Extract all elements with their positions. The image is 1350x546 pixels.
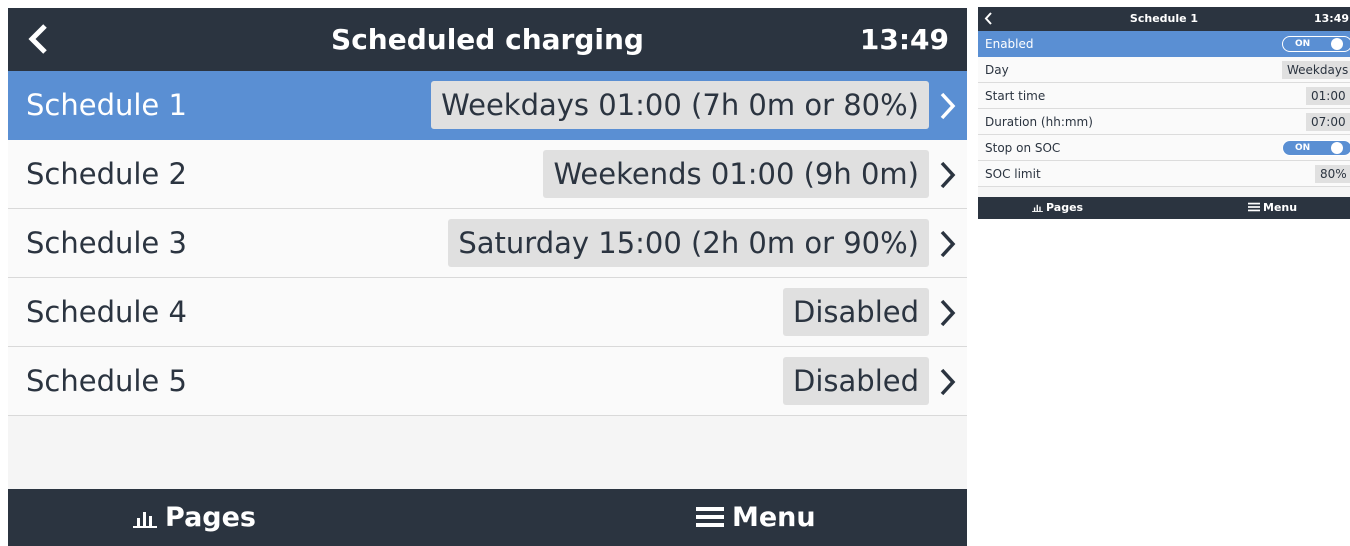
schedule-summary: Disabled <box>783 288 929 336</box>
hamburger-menu-icon <box>1248 202 1260 212</box>
toggle-knob <box>1331 142 1343 154</box>
toggle-knob <box>1331 38 1343 50</box>
setting-value: Weekdays <box>1282 61 1350 79</box>
footer-bar: Pages Menu <box>8 489 967 546</box>
schedule-row-3[interactable]: Schedule 3 Saturday 15:00 (2h 0m or 90%) <box>8 209 967 278</box>
setting-label: SOC limit <box>985 167 1041 181</box>
setting-row-start-time[interactable]: Start time 01:00 <box>978 83 1350 109</box>
setting-row-soc-limit[interactable]: SOC limit 80% <box>978 161 1350 187</box>
toggle-state: ON <box>1295 143 1311 153</box>
schedule-detail-screen: Schedule 1 13:49 Enabled ON Day Weekdays… <box>978 7 1350 219</box>
chevron-right-icon <box>940 368 956 396</box>
bar-chart-icon <box>133 512 157 528</box>
stop-on-soc-toggle[interactable]: ON <box>1282 140 1350 156</box>
setting-value: 07:00 <box>1306 113 1350 131</box>
schedule-row-5[interactable]: Schedule 5 Disabled <box>8 347 967 416</box>
menu-button[interactable]: Menu <box>696 489 816 546</box>
pages-button[interactable]: Pages <box>133 489 256 546</box>
chevron-right-icon <box>940 230 956 258</box>
schedule-row-4[interactable]: Schedule 4 Disabled <box>8 278 967 347</box>
setting-row-duration[interactable]: Duration (hh:mm) 07:00 <box>978 109 1350 135</box>
header-bar: Scheduled charging 13:49 <box>8 8 967 71</box>
menu-label: Menu <box>1263 201 1298 214</box>
setting-value: 80% <box>1315 165 1350 183</box>
schedule-row-2[interactable]: Schedule 2 Weekends 01:00 (9h 0m) <box>8 140 967 209</box>
enabled-toggle[interactable]: ON <box>1282 36 1350 52</box>
setting-label: Day <box>985 63 1009 77</box>
setting-label: Start time <box>985 89 1046 103</box>
chevron-right-icon <box>940 299 956 327</box>
bar-chart-icon <box>1032 204 1043 212</box>
schedule-summary: Weekdays 01:00 (7h 0m or 80%) <box>431 81 929 129</box>
toggle-state: ON <box>1295 39 1311 49</box>
schedule-name: Schedule 5 <box>26 364 187 398</box>
menu-label: Menu <box>732 502 816 533</box>
clock: 13:49 <box>859 23 949 56</box>
setting-value: 01:00 <box>1306 87 1350 105</box>
pages-label: Pages <box>1046 201 1084 214</box>
scheduled-charging-screen: Scheduled charging 13:49 Schedule 1 Week… <box>8 8 967 546</box>
setting-label: Duration (hh:mm) <box>985 115 1093 129</box>
setting-label: Stop on SOC <box>985 141 1061 155</box>
schedule-summary: Saturday 15:00 (2h 0m or 90%) <box>448 219 929 267</box>
schedule-summary: Weekends 01:00 (9h 0m) <box>543 150 929 198</box>
pages-label: Pages <box>165 502 256 533</box>
setting-row-stop-on-soc[interactable]: Stop on SOC ON <box>978 135 1350 161</box>
schedule-name: Schedule 1 <box>26 88 187 122</box>
schedule-row-1[interactable]: Schedule 1 Weekdays 01:00 (7h 0m or 80%) <box>8 71 967 140</box>
schedule-name: Schedule 4 <box>26 295 187 329</box>
hamburger-menu-icon <box>696 507 724 527</box>
page-title: Schedule 1 <box>1129 12 1199 25</box>
schedule-name: Schedule 2 <box>26 157 187 191</box>
page-title: Scheduled charging <box>331 23 644 56</box>
clock: 13:49 <box>1314 12 1350 25</box>
schedule-name: Schedule 3 <box>26 226 187 260</box>
footer-bar: Pages Menu <box>978 197 1350 219</box>
chevron-right-icon <box>940 161 956 189</box>
schedule-summary: Disabled <box>783 357 929 405</box>
setting-row-enabled[interactable]: Enabled ON <box>978 31 1350 57</box>
setting-row-day[interactable]: Day Weekdays <box>978 57 1350 83</box>
chevron-right-icon <box>940 92 956 120</box>
setting-label: Enabled <box>985 37 1034 51</box>
pages-button[interactable]: Pages <box>1032 197 1083 219</box>
menu-button[interactable]: Menu <box>1248 197 1297 219</box>
header-bar: Schedule 1 13:49 <box>978 7 1350 31</box>
